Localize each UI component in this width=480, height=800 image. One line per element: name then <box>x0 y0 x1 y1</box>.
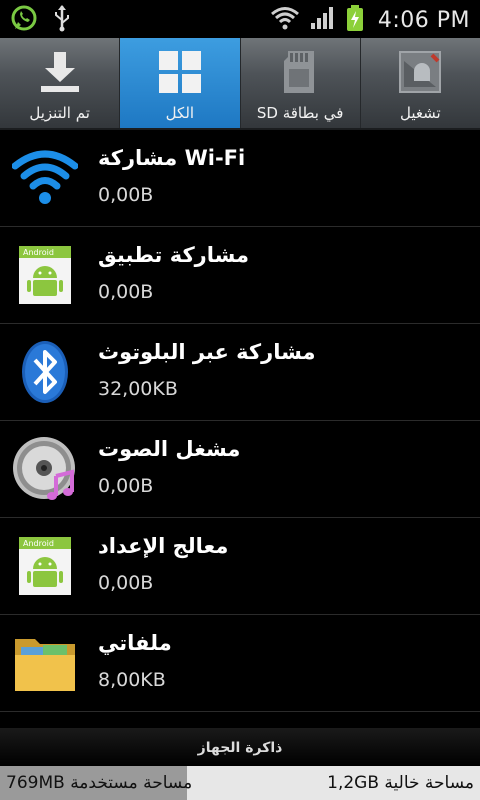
storage-used-label: مساحة مستخدمة <box>70 773 193 793</box>
tab-downloaded[interactable]: تم التنزيل <box>0 38 121 128</box>
tab-running-label: تشغيل <box>400 104 441 122</box>
tab-all[interactable]: الكل <box>120 38 241 128</box>
running-icon <box>396 48 444 96</box>
status-bar: 4:06 PM <box>0 0 480 38</box>
list-item[interactable]: مشاركة Wi-Fi 0,00B <box>0 130 480 227</box>
storage-free: 1,2GB مساحة خالية <box>327 773 474 793</box>
clock: 4:06 PM <box>377 7 470 33</box>
wifi-share-icon <box>12 145 78 211</box>
app-size: 0,00B <box>98 475 154 497</box>
app-size: 0,00B <box>98 572 154 594</box>
app-size: 8,00KB <box>98 669 166 691</box>
device-storage: ذاكرة الجهاز 769MB مساحة مستخدمة 1,2GB م… <box>0 728 480 800</box>
app-size: 32,00KB <box>98 378 178 400</box>
usb-icon <box>52 4 72 36</box>
svg-text:Android: Android <box>23 248 54 257</box>
music-player-icon <box>12 436 78 502</box>
android-app-icon: Android <box>12 533 78 599</box>
app-name: مشاركة تطبيق <box>98 243 250 267</box>
download-icon <box>36 48 84 96</box>
app-name: معالج الإعداد <box>98 534 229 558</box>
signal-icon <box>310 5 336 35</box>
storage-free-value: 1,2GB <box>327 773 379 793</box>
tab-sd-card[interactable]: في بطاقة SD <box>241 38 361 128</box>
app-name: مشاركة Wi-Fi <box>98 146 246 170</box>
tab-sd-card-label: في بطاقة SD <box>256 104 344 122</box>
svg-text:Android: Android <box>23 539 54 548</box>
tab-running[interactable]: تشغيل <box>361 38 480 128</box>
tab-bar: تم التنزيل الكل في بطاقة SD تشغيل <box>0 38 480 130</box>
wifi-icon <box>270 5 300 35</box>
app-name: مشاركة عبر البلوتوث <box>98 340 316 364</box>
storage-header: ذاكرة الجهاز <box>0 728 480 766</box>
android-app-icon: Android <box>12 242 78 308</box>
tab-downloaded-label: تم التنزيل <box>29 104 90 122</box>
list-item[interactable]: Android معالج الإعداد 0,00B <box>0 518 480 615</box>
storage-used: 769MB مساحة مستخدمة <box>6 773 192 793</box>
app-size: 0,00B <box>98 184 154 206</box>
list-item[interactable]: مشغل الصوت 0,00B <box>0 421 480 518</box>
list-item[interactable]: مشاركة عبر البلوتوث 32,00KB <box>0 324 480 421</box>
tab-all-label: الكل <box>165 104 195 122</box>
list-item[interactable]: Android مشاركة تطبيق 0,00B <box>0 227 480 324</box>
whatsapp-icon <box>10 4 38 36</box>
storage-free-label: مساحة خالية <box>384 773 474 793</box>
storage-title: ذاكرة الجهاز <box>197 740 283 756</box>
battery-charging-icon <box>346 4 364 36</box>
list-item[interactable]: ملفاتي 8,00KB <box>0 615 480 712</box>
app-size: 0,00B <box>98 281 154 303</box>
sd-card-icon <box>276 48 324 96</box>
app-name: ملفاتي <box>98 631 172 655</box>
app-list: مشاركة Wi-Fi 0,00B Android مشاركة تطبيق … <box>0 130 480 730</box>
grid-icon <box>156 48 204 96</box>
app-name: مشغل الصوت <box>98 437 241 461</box>
folder-icon <box>12 630 78 696</box>
storage-used-value: 769MB <box>6 773 65 793</box>
bluetooth-icon <box>12 339 78 405</box>
